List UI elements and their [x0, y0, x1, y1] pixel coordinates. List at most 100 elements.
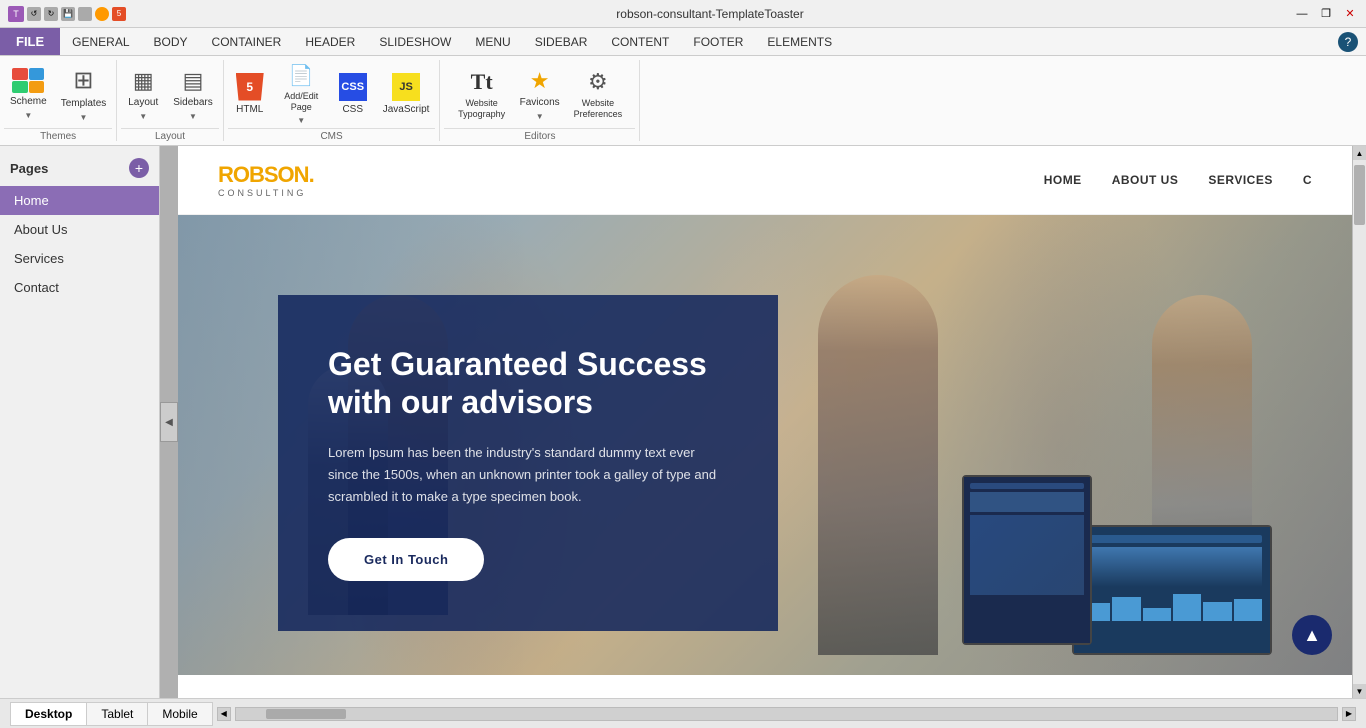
save-icon[interactable]: 💾: [61, 7, 75, 21]
app-logo-icon: T: [8, 6, 24, 22]
firefox-icon: [95, 7, 109, 21]
tablet-content-1: [970, 492, 1084, 512]
add-page-button[interactable]: +: [129, 158, 149, 178]
hero-overlay: Get Guaranteed Success with our advisors…: [278, 295, 778, 631]
nav-about[interactable]: ABOUT US: [1112, 173, 1179, 187]
layout-button[interactable]: ▦ Layout ▼: [121, 64, 165, 124]
menu-file[interactable]: FILE: [0, 28, 60, 55]
scheme-icon: [12, 68, 44, 93]
ribbon-group-cms: 5 HTML 📄 Add/EditPage ▼ CSS CSS JS JavaS…: [224, 60, 441, 141]
collapse-sidebar-button[interactable]: ◀: [160, 402, 178, 442]
menu-general[interactable]: GENERAL: [60, 28, 141, 55]
preferences-icon: ⚙: [588, 69, 608, 95]
scroll-down-arrow[interactable]: ▼: [1353, 684, 1366, 698]
restore-button[interactable]: ❐: [1318, 6, 1334, 22]
bar6: [1234, 599, 1262, 622]
menu-slideshow[interactable]: SLIDESHOW: [367, 28, 463, 55]
typography-icon: Tt: [471, 69, 493, 95]
scroll-left-arrow[interactable]: ◀: [217, 707, 231, 721]
title-bar-controls[interactable]: — ❐ ✕: [1294, 6, 1358, 22]
scroll-right-arrow[interactable]: ▶: [1342, 707, 1356, 721]
layout-group-label: Layout: [121, 128, 218, 144]
preferences-button[interactable]: ⚙ WebsitePreferences: [568, 64, 629, 124]
ribbon-group-themes: Scheme ▼ ⊞ Templates ▼ Themes: [0, 60, 117, 141]
tab-desktop[interactable]: Desktop: [11, 703, 87, 725]
menu-header[interactable]: HEADER: [293, 28, 367, 55]
horizontal-scrollbar[interactable]: [235, 707, 1338, 721]
layout-label: Layout: [128, 97, 158, 109]
nav-home[interactable]: HOME: [1044, 173, 1082, 187]
sidebar-title: Pages: [10, 161, 48, 176]
title-bar: T ↺ ↻ 💾 5 robson-consultant-TemplateToas…: [0, 0, 1366, 28]
editors-group-label: Editors: [444, 128, 635, 144]
logo-name: ROBSON: [218, 162, 309, 187]
nav-services[interactable]: SERVICES: [1208, 173, 1272, 187]
menu-menu[interactable]: MENU: [463, 28, 522, 55]
undo-icon[interactable]: ↺: [27, 7, 41, 21]
person-figure-3: [818, 275, 938, 655]
tab-tablet[interactable]: Tablet: [87, 703, 148, 725]
site-logo-sub: CONSULTING: [218, 188, 314, 198]
scroll-up-arrow[interactable]: ▲: [1353, 146, 1366, 160]
menu-elements[interactable]: ELEMENTS: [755, 28, 844, 55]
menu-content[interactable]: CONTENT: [599, 28, 681, 55]
sidebars-label: Sidebars: [173, 97, 212, 109]
scrollbar-track[interactable]: [1353, 160, 1366, 684]
pages-sidebar: Pages + Home About Us Services Contact: [0, 146, 160, 698]
javascript-button[interactable]: JS JavaScript: [377, 64, 436, 124]
css-icon: CSS: [339, 73, 367, 101]
scheme-button[interactable]: Scheme ▼: [4, 64, 53, 124]
add-edit-label: Add/EditPage: [284, 91, 318, 113]
bottom-bar: Desktop Tablet Mobile ◀ ▶: [0, 698, 1366, 728]
tab-mobile[interactable]: Mobile: [148, 703, 211, 725]
redo-icon[interactable]: ↻: [44, 7, 58, 21]
scrollbar-thumb[interactable]: [1354, 165, 1365, 225]
scheme-cell-4: [29, 81, 45, 93]
site-logo-text: ROBSON.: [218, 162, 314, 188]
cms-group-label: CMS: [228, 128, 436, 144]
favicons-label: Favicons: [520, 97, 560, 109]
close-button[interactable]: ✕: [1342, 6, 1358, 22]
bar5: [1203, 602, 1231, 622]
html-logo-icon: 5: [112, 7, 126, 21]
themes-group-label: Themes: [4, 128, 112, 144]
css-label: CSS: [342, 104, 363, 116]
typography-button[interactable]: Tt WebsiteTypography: [452, 64, 512, 124]
templates-button[interactable]: ⊞ Templates ▼: [55, 64, 113, 124]
favicons-button[interactable]: ★ Favicons ▼: [514, 64, 566, 124]
menu-container[interactable]: CONTAINER: [200, 28, 294, 55]
menu-footer[interactable]: FOOTER: [681, 28, 755, 55]
html-button[interactable]: 5 HTML: [228, 64, 272, 124]
hero-description: Lorem Ipsum has been the industry's stan…: [328, 442, 728, 508]
tablet-header: [970, 483, 1084, 489]
right-scrollbar: ▲ ▼: [1352, 146, 1366, 698]
add-edit-page-button[interactable]: 📄 Add/EditPage ▼: [274, 64, 329, 124]
sidebar-item-home[interactable]: Home: [0, 186, 159, 215]
sidebar-item-contact[interactable]: Contact: [0, 273, 159, 302]
menu-body[interactable]: BODY: [142, 28, 200, 55]
favicons-icon: ★: [530, 68, 550, 94]
help-icon[interactable]: ?: [1338, 32, 1358, 52]
hero-cta-button[interactable]: Get In Touch: [328, 538, 484, 581]
bar3: [1143, 608, 1171, 622]
sidebar-item-services[interactable]: Services: [0, 244, 159, 273]
sidebar-item-about[interactable]: About Us: [0, 215, 159, 244]
add-page-arrow: ▼: [297, 116, 305, 125]
html5-icon: 5: [236, 73, 264, 101]
laptop-device: [1072, 525, 1272, 655]
css-button[interactable]: CSS CSS: [331, 64, 375, 124]
minimize-button[interactable]: —: [1294, 6, 1310, 22]
sidebars-button[interactable]: ▤ Sidebars ▼: [167, 64, 218, 124]
menu-bar: FILE GENERAL BODY CONTAINER HEADER SLIDE…: [0, 28, 1366, 56]
scheme-cell-1: [12, 68, 28, 80]
horizontal-scroll-thumb[interactable]: [266, 709, 346, 719]
site-nav-links: HOME ABOUT US SERVICES C: [1044, 173, 1312, 187]
menu-sidebar[interactable]: SIDEBAR: [523, 28, 600, 55]
chart-bar-1: [1082, 535, 1262, 543]
javascript-label: JavaScript: [383, 104, 430, 116]
nav-more[interactable]: C: [1303, 173, 1312, 187]
ribbon: Scheme ▼ ⊞ Templates ▼ Themes ▦ Layout ▼…: [0, 56, 1366, 146]
logo-dot: .: [309, 162, 314, 187]
scroll-to-top-button[interactable]: ▲: [1292, 615, 1332, 655]
ribbon-group-layout: ▦ Layout ▼ ▤ Sidebars ▼ Layout: [117, 60, 223, 141]
